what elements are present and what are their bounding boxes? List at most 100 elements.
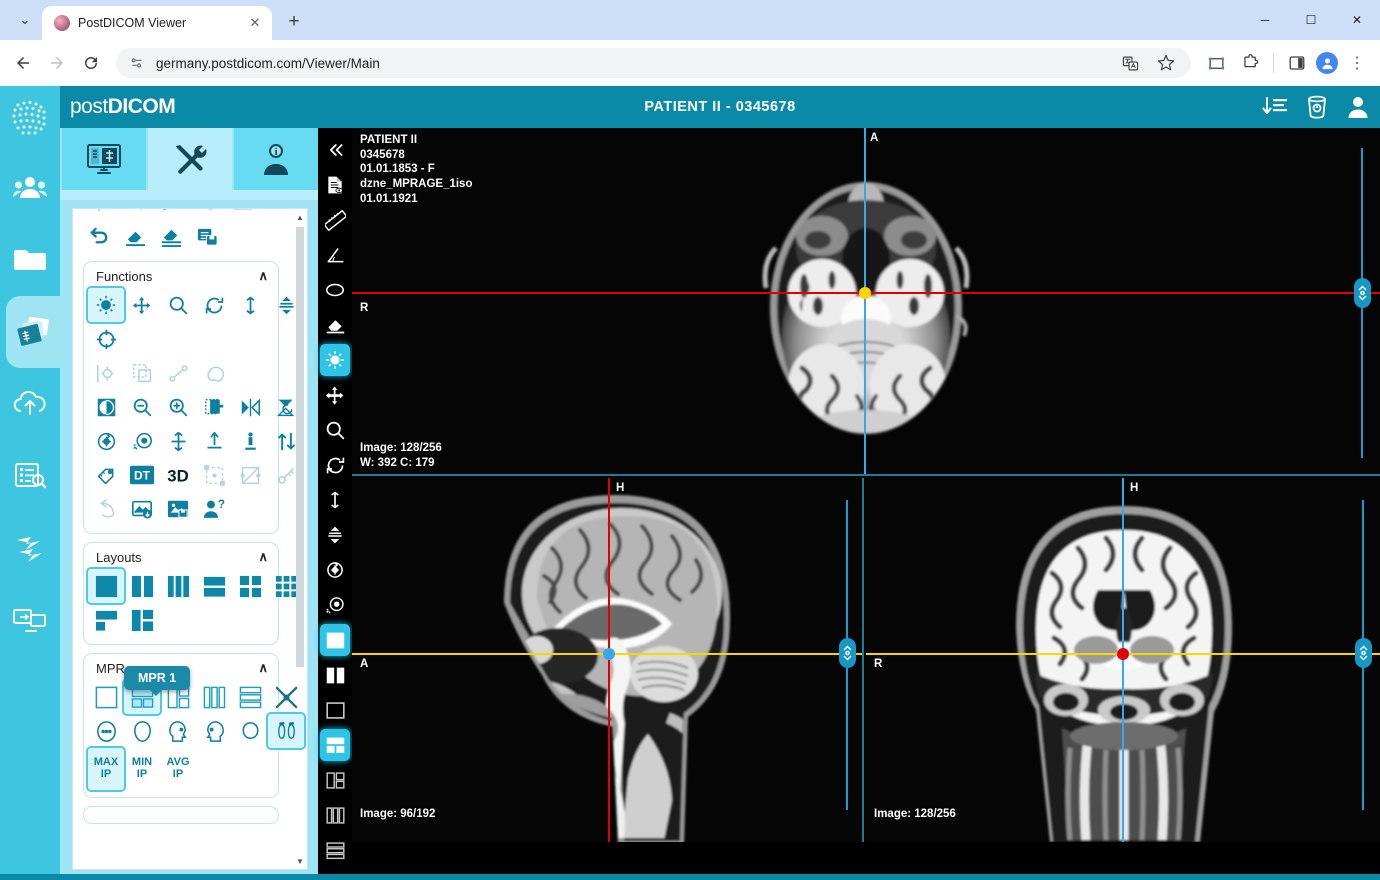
coronal-vertical-crosshair[interactable]: [1122, 478, 1124, 842]
scroll-down-arrow[interactable]: ▼: [296, 855, 304, 867]
stack-scroll-icon[interactable]: [320, 519, 350, 551]
reset-icon[interactable]: [88, 492, 124, 526]
head-right-icon[interactable]: [196, 714, 232, 748]
erase-all-icon[interactable]: [153, 219, 189, 253]
axial-slice-slider-handle[interactable]: [1354, 278, 1371, 308]
layout-1x2[interactable]: [124, 569, 160, 603]
close-tab-icon[interactable]: ✕: [246, 14, 264, 32]
mpr-3-columns[interactable]: [196, 680, 232, 714]
layout-2x1[interactable]: [196, 569, 232, 603]
axial-vertical-crosshair[interactable]: [864, 128, 866, 476]
measure-area-icon[interactable]: [232, 458, 268, 492]
layout-2x2[interactable]: [232, 569, 268, 603]
scrollbar-thumb[interactable]: [296, 227, 304, 667]
tab-search-button[interactable]: ⌄: [10, 5, 40, 35]
head-left-icon[interactable]: [160, 714, 196, 748]
cine-rotate-light-icon[interactable]: [320, 589, 350, 621]
eraser-icon[interactable]: [320, 309, 350, 341]
head-axial-icon[interactable]: [88, 714, 124, 748]
coronal-slice-slider-handle[interactable]: [1355, 638, 1372, 668]
sagittal-crosshair-center[interactable]: [603, 648, 615, 660]
chevron-up-icon-mpr[interactable]: ∧: [258, 660, 268, 676]
zoom-icon[interactable]: [320, 414, 350, 446]
angle-cobb-icon[interactable]: [225, 208, 261, 219]
reload-icon[interactable]: [76, 48, 106, 78]
picture-in-picture-icon[interactable]: [1201, 48, 1231, 78]
collapse-panel-icon[interactable]: [320, 134, 350, 166]
bookmark-star-icon[interactable]: [1151, 48, 1181, 78]
layout-1x2-icon[interactable]: [320, 659, 350, 691]
sidebar-item-patients[interactable]: [0, 152, 60, 224]
rotate-icon[interactable]: [320, 449, 350, 481]
erase-icon[interactable]: [117, 219, 153, 253]
tab-series[interactable]: [62, 128, 146, 190]
extensions-puzzle-icon[interactable]: [1235, 48, 1265, 78]
report-icon[interactable]: [320, 169, 350, 201]
export-image-icon[interactable]: [124, 492, 160, 526]
layouts-header[interactable]: Layouts ∧: [88, 547, 274, 569]
invert-icon[interactable]: [88, 390, 124, 424]
sidebar-item-share[interactable]: [0, 584, 60, 656]
minip-button[interactable]: MIN IP: [124, 748, 160, 790]
pan-icon[interactable]: [320, 379, 350, 411]
sidebar-item-sync[interactable]: [0, 512, 60, 584]
profile-avatar[interactable]: [1316, 52, 1338, 74]
functions-header[interactable]: Functions ∧: [88, 266, 274, 288]
save-image-icon[interactable]: [160, 492, 196, 526]
pan-icon[interactable]: [124, 288, 160, 322]
freehand-icon[interactable]: [189, 208, 225, 219]
roi-rectangle-icon[interactable]: [124, 356, 160, 390]
rotate-icon[interactable]: [196, 288, 232, 322]
save-annotation-icon[interactable]: [189, 219, 225, 253]
chevron-up-icon-layouts[interactable]: ∧: [258, 549, 268, 565]
anonymize-icon[interactable]: ?: [196, 492, 232, 526]
sidebar-item-folders[interactable]: [0, 224, 60, 296]
zoom-in-icon[interactable]: [160, 390, 196, 424]
address-bar[interactable]: germany.postdicom.com/Viewer/Main: [116, 48, 1191, 78]
minimize-button[interactable]: ─: [1242, 0, 1288, 40]
fit-width-icon[interactable]: [196, 424, 232, 458]
tab-tools[interactable]: [148, 128, 232, 190]
mpr-single[interactable]: [88, 680, 124, 714]
sidebar-item-reports[interactable]: [0, 440, 60, 512]
maximize-button[interactable]: ☐: [1288, 0, 1334, 40]
rotate-cw-icon[interactable]: [88, 424, 124, 458]
chrome-menu-icon[interactable]: ⋮: [1342, 48, 1372, 78]
sagittal-vertical-crosshair[interactable]: [608, 478, 610, 842]
viewport-axial[interactable]: PATIENT II034567801.01.1853 - Fdzne_MPRA…: [352, 128, 1380, 476]
sort-list-icon[interactable]: [1262, 96, 1288, 118]
tools-scroll-area[interactable]: Functions ∧: [72, 208, 308, 870]
window-level-icon[interactable]: [88, 288, 124, 322]
side-panel-icon[interactable]: [1282, 48, 1312, 78]
bone-length-icon[interactable]: [153, 208, 189, 219]
layout-single-icon[interactable]: [320, 694, 350, 726]
browser-tab[interactable]: PostDICOM Viewer ✕: [42, 6, 272, 40]
layout-1x3[interactable]: [160, 569, 196, 603]
back-icon[interactable]: [8, 48, 38, 78]
site-settings-icon[interactable]: [128, 54, 146, 72]
translate-icon[interactable]: [1115, 48, 1145, 78]
zoom-out-icon[interactable]: [124, 390, 160, 424]
viewport-sagittal[interactable]: Image: 96/192 H A: [352, 478, 864, 842]
scroll-icon[interactable]: [320, 484, 350, 516]
dt-icon[interactable]: DT: [124, 458, 160, 492]
crosshair-icon[interactable]: [88, 322, 124, 356]
ruler-icon[interactable]: [320, 204, 350, 236]
layout-1x1-icon[interactable]: [320, 624, 350, 656]
coronal-crosshair-center[interactable]: [1117, 648, 1129, 660]
scroll-icon[interactable]: [232, 288, 268, 322]
sagittal-slice-slider-handle[interactable]: [839, 638, 856, 668]
sidebar-scrollbar[interactable]: ▲ ▼: [295, 211, 305, 867]
window-level-icon[interactable]: [320, 344, 350, 376]
layout-1x1[interactable]: [88, 569, 124, 603]
axial-crosshair-center[interactable]: [859, 287, 871, 299]
viewport-coronal[interactable]: Image: 128/256 H R: [866, 478, 1380, 842]
layout-left-split[interactable]: [124, 603, 160, 637]
freehand-roi-icon[interactable]: [196, 356, 232, 390]
layout-3col-icon[interactable]: [320, 799, 350, 831]
avgip-button[interactable]: AVG IP: [160, 748, 196, 790]
cine-rotate-icon[interactable]: [320, 554, 350, 586]
mpr-left-big-icon[interactable]: [320, 764, 350, 796]
head-front-icon[interactable]: [124, 714, 160, 748]
chevron-up-icon[interactable]: ∧: [258, 268, 268, 284]
